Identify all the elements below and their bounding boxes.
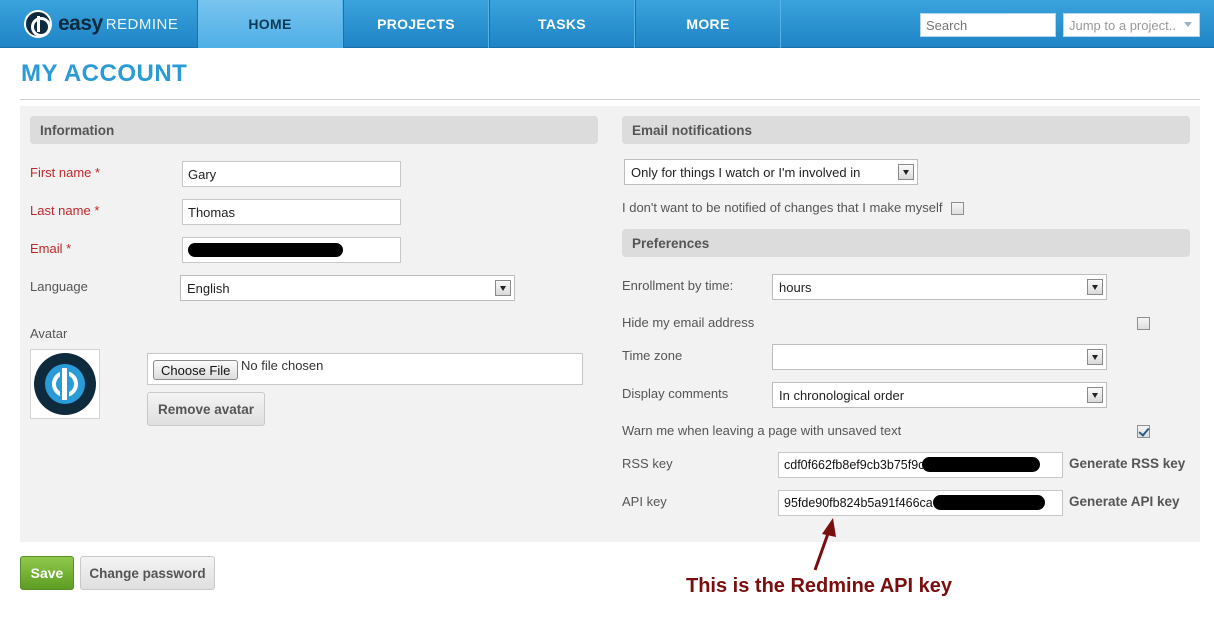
avatar-logo-icon [34, 353, 96, 415]
app-logo[interactable]: easy REDMINE [24, 9, 178, 39]
file-status: No file chosen [241, 358, 324, 373]
email-notifications-heading: Email notifications [622, 116, 1190, 144]
time-zone-select[interactable] [772, 344, 1107, 370]
chevron-down-icon [1087, 349, 1103, 365]
change-password-button[interactable]: Change password [80, 556, 215, 590]
main-nav: HOME PROJECTS TASKS MORE [197, 0, 781, 48]
title-divider [20, 99, 1200, 100]
display-comments-value: In chronological order [779, 388, 905, 403]
page-title: MY ACCOUNT [21, 60, 188, 87]
email-redaction [188, 243, 343, 257]
no-self-notified-checkbox[interactable] [951, 202, 964, 215]
chevron-down-icon [1184, 22, 1192, 27]
enrollment-value: hours [779, 280, 812, 295]
api-key-label: API key [622, 494, 667, 509]
nav-projects[interactable]: PROJECTS [343, 0, 489, 48]
chevron-down-icon [495, 280, 511, 296]
chevron-down-icon [898, 164, 914, 180]
nav-tasks[interactable]: TASKS [489, 0, 635, 48]
warn-unsaved-checkbox[interactable] [1137, 425, 1150, 438]
email-label: Email * [30, 241, 72, 256]
logo-text-bold: easy [58, 12, 103, 35]
last-name-label: Last name * [30, 203, 100, 218]
warn-unsaved-label: Warn me when leaving a page with unsaved… [622, 423, 902, 438]
language-value: English [187, 281, 230, 296]
first-name-label: First name * [30, 165, 101, 180]
display-comments-label: Display comments [622, 386, 729, 401]
generate-rss-key-link[interactable]: Generate RSS key [1069, 456, 1185, 471]
logo-text-light: REDMINE [105, 15, 179, 33]
annotation-arrow-icon [813, 518, 836, 571]
email-notification-value: Only for things I watch or I'm involved … [631, 165, 861, 180]
last-name-field[interactable] [182, 199, 401, 225]
chevron-down-icon [1087, 387, 1103, 403]
language-label: Language [30, 279, 88, 294]
avatar [30, 349, 100, 419]
enrollment-label: Enrollment by time: [622, 278, 734, 293]
hide-mail-label: Hide my email address [622, 315, 755, 330]
information-heading: Information [30, 116, 598, 144]
display-comments-select[interactable]: In chronological order [772, 382, 1107, 408]
nav-home[interactable]: HOME [197, 0, 343, 48]
logo-icon [24, 10, 52, 38]
avatar-file-input: Choose File No file chosen [147, 353, 583, 385]
rss-key-redaction [922, 457, 1040, 472]
api-key-value: 95fde90fb824b5a91f466ca [784, 496, 933, 510]
save-button[interactable]: Save [20, 556, 74, 590]
chevron-down-icon [1087, 279, 1103, 295]
rss-key-field[interactable]: cdf0f662fb8ef9cb3b75f9c [778, 452, 1063, 478]
choose-file-button[interactable]: Choose File [153, 360, 239, 380]
remove-avatar-button[interactable]: Remove avatar [147, 392, 265, 426]
jump-to-project-select[interactable]: Jump to a project.. [1063, 13, 1200, 37]
top-bar: easy REDMINE HOME PROJECTS TASKS MORE Ju… [0, 0, 1214, 48]
nav-more[interactable]: MORE [635, 0, 781, 48]
hide-mail-checkbox[interactable] [1137, 317, 1150, 330]
language-select[interactable]: English [180, 275, 515, 301]
rss-key-value: cdf0f662fb8ef9cb3b75f9c [784, 458, 925, 472]
api-key-redaction [933, 495, 1045, 510]
jump-to-project-placeholder: Jump to a project.. [1069, 18, 1176, 33]
search-input[interactable] [920, 13, 1056, 37]
time-zone-label: Time zone [622, 348, 683, 363]
email-field[interactable] [182, 237, 401, 263]
enrollment-select[interactable]: hours [772, 274, 1107, 300]
rss-key-label: RSS key [622, 456, 673, 471]
email-notification-select[interactable]: Only for things I watch or I'm involved … [624, 159, 918, 185]
api-key-annotation: This is the Redmine API key [686, 575, 953, 597]
avatar-label: Avatar [30, 326, 68, 341]
generate-api-key-link[interactable]: Generate API key [1069, 494, 1180, 509]
preferences-heading: Preferences [622, 229, 1190, 257]
no-self-notified-label: I don't want to be notified of changes t… [622, 200, 943, 215]
first-name-field[interactable] [182, 161, 401, 187]
